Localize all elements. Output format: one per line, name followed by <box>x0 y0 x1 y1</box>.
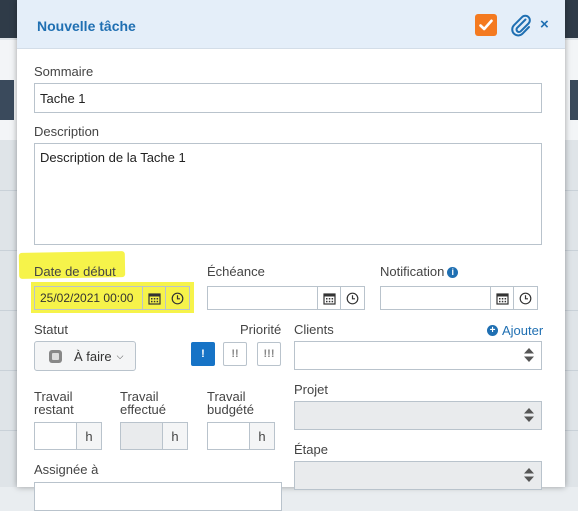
priority-medium-button[interactable]: !! <box>223 342 247 366</box>
work-budgeted-unit: h <box>249 422 275 450</box>
calendar-icon <box>322 292 336 305</box>
due-date-label: Échéance <box>207 264 265 279</box>
clients-select[interactable] <box>294 341 542 370</box>
add-client-label: Ajouter <box>502 323 544 338</box>
notification-calendar-button[interactable] <box>490 286 514 310</box>
calendar-icon <box>495 292 509 305</box>
clock-icon <box>171 292 184 304</box>
work-done-label-line2: effectué <box>120 402 167 417</box>
work-remaining-unit: h <box>76 422 102 450</box>
work-budgeted-input[interactable] <box>207 422 249 450</box>
status-dropdown[interactable]: À faire ⌵ <box>34 341 136 371</box>
info-icon[interactable]: i <box>447 266 459 278</box>
work-budgeted-label: Travail budgété <box>207 390 254 416</box>
assigned-label: Assignée à <box>34 462 99 477</box>
clock-icon <box>346 292 359 304</box>
background-left-tab <box>0 80 14 120</box>
sort-arrows-icon <box>524 348 534 362</box>
priority-low-button[interactable]: ! <box>191 342 215 366</box>
start-date-label: Date de début <box>34 264 116 279</box>
sort-arrows-icon <box>524 468 534 482</box>
close-button[interactable]: × <box>540 16 549 33</box>
description-textarea[interactable]: Description de la Tache 1 <box>34 143 542 245</box>
start-date-time-button[interactable] <box>166 286 190 310</box>
work-budgeted-group: h <box>207 422 275 450</box>
start-date-group: 25/02/2021 00:00 <box>34 286 190 310</box>
start-date-calendar-button[interactable] <box>142 286 166 310</box>
notification-group <box>380 286 538 310</box>
status-square-icon <box>49 349 62 363</box>
paperclip-icon <box>511 14 531 37</box>
priority-high-button[interactable]: !!! <box>257 342 281 366</box>
start-date-input[interactable]: 25/02/2021 00:00 <box>34 286 142 310</box>
work-done-label: Travail effectué <box>120 390 166 416</box>
due-date-input[interactable] <box>207 286 317 310</box>
dialog-header: Nouvelle tâche × <box>17 0 565 49</box>
new-task-dialog: Nouvelle tâche × Sommaire Tache 1 Descri… <box>17 0 565 511</box>
attach-button[interactable] <box>509 13 533 37</box>
work-remaining-group: h <box>34 422 102 450</box>
work-remaining-input[interactable] <box>34 422 76 450</box>
due-date-time-button[interactable] <box>341 286 365 310</box>
summary-label: Sommaire <box>34 64 94 79</box>
due-date-calendar-button[interactable] <box>317 286 341 310</box>
clock-icon <box>519 292 532 304</box>
work-done-group: h <box>120 422 188 450</box>
status-label: Statut <box>34 322 68 337</box>
notification-label: Notification i <box>380 264 459 279</box>
work-done-unit: h <box>162 422 188 450</box>
stage-select[interactable] <box>294 461 542 490</box>
chevron-down-icon: ⌵ <box>116 350 124 361</box>
check-icon <box>479 19 493 31</box>
work-done-input <box>120 422 162 450</box>
notification-label-text: Notification <box>380 264 445 279</box>
work-remaining-label-line2: restant <box>34 402 74 417</box>
summary-input[interactable]: Tache 1 <box>34 83 542 113</box>
start-date-value: 25/02/2021 00:00 <box>40 291 134 305</box>
priority-label: Priorité <box>240 322 282 337</box>
add-client-link[interactable]: + Ajouter <box>487 323 543 338</box>
clients-label: Clients <box>294 322 334 337</box>
sort-arrows-icon <box>524 408 534 422</box>
stage-label: Étape <box>294 442 328 457</box>
work-remaining-label: Travail restant <box>34 390 74 416</box>
description-value: Description de la Tache 1 <box>40 150 186 165</box>
project-label: Projet <box>294 382 328 397</box>
status-value: À faire <box>74 348 112 364</box>
notification-input[interactable] <box>380 286 490 310</box>
project-select[interactable] <box>294 401 542 430</box>
notification-time-button[interactable] <box>514 286 538 310</box>
assigned-select[interactable] <box>34 482 282 511</box>
summary-value: Tache 1 <box>40 90 86 106</box>
dialog-title: Nouvelle tâche <box>37 18 136 34</box>
plus-icon: + <box>487 325 498 336</box>
work-budgeted-label-line2: budgété <box>207 402 254 417</box>
due-date-group <box>207 286 365 310</box>
background-right-tab <box>570 80 578 120</box>
save-check-button[interactable] <box>475 14 497 36</box>
calendar-icon <box>147 292 161 305</box>
description-label: Description <box>34 124 100 139</box>
